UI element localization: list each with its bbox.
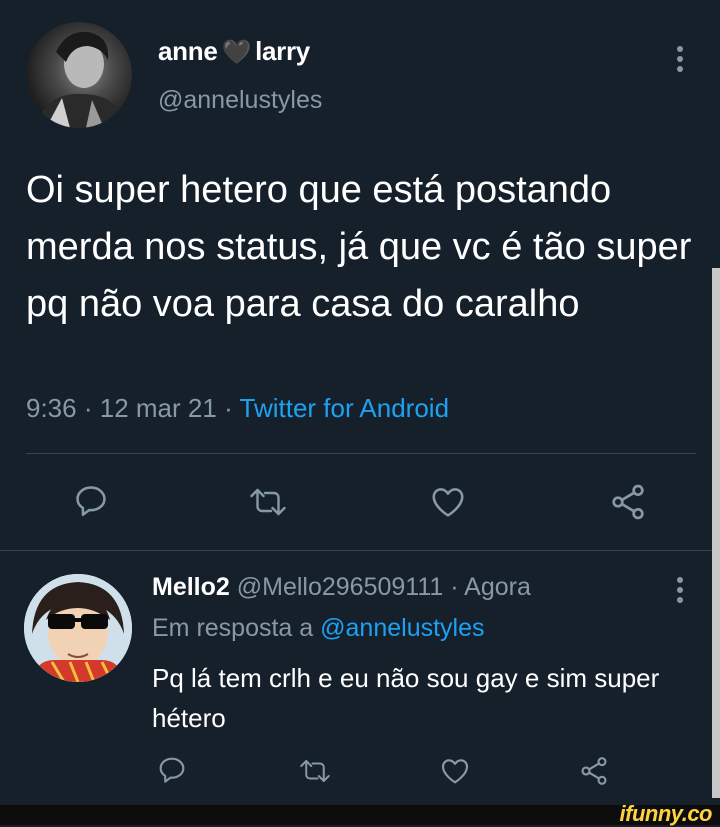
watermark-logo: ifunny.co [619,801,713,826]
share-icon[interactable] [578,754,610,788]
reply-icon[interactable] [156,754,188,786]
reply-time: Agora [464,573,531,601]
bottom-bar [0,805,720,825]
reply-author-name[interactable]: Mello2 [152,573,230,601]
author-name[interactable]: anne 🖤 larry [158,36,310,67]
like-icon[interactable] [438,755,472,787]
tweet-date: 12 mar 21 [99,393,217,423]
author-avatar[interactable] [26,22,132,128]
meta-separator: · [224,393,233,423]
meta-separator: · [83,393,93,423]
in-reply-mention[interactable]: @annelustyles [320,614,484,642]
reply-icon[interactable] [72,482,110,520]
in-reply-to: Em resposta a @annelustyles [152,614,485,643]
retweet-icon[interactable] [298,756,332,786]
reply-text: Pq lá tem crlh e eu não sou gay e sim su… [152,663,660,733]
tweet-meta: 9:36 · 12 mar 21 · Twitter for Android [26,393,449,424]
meta-separator: · [450,573,459,601]
author-handle[interactable]: @annelustyles [158,86,322,115]
more-icon[interactable] [670,575,690,605]
author-name-last: larry [255,36,310,66]
in-reply-prefix: Em resposta a [152,614,314,642]
share-icon[interactable] [608,482,648,522]
reply-author-avatar[interactable] [24,574,132,682]
reply-author-line: Mello2 @Mello296509111 · Agora [152,573,531,602]
tweet-text: Oi super hetero que está postando merda … [26,169,692,325]
author-name-first: anne [158,36,218,66]
reply-author-handle[interactable]: @Mello296509111 [237,573,444,601]
tweet-source-link[interactable]: Twitter for Android [240,393,450,423]
divider [26,453,696,454]
like-icon[interactable] [428,483,468,521]
heart-icon: 🖤 [221,39,252,66]
tweet-time: 9:36 [26,393,77,423]
scrollbar[interactable] [712,268,720,798]
divider [0,550,712,551]
more-icon[interactable] [670,44,690,74]
retweet-icon[interactable] [248,484,288,520]
